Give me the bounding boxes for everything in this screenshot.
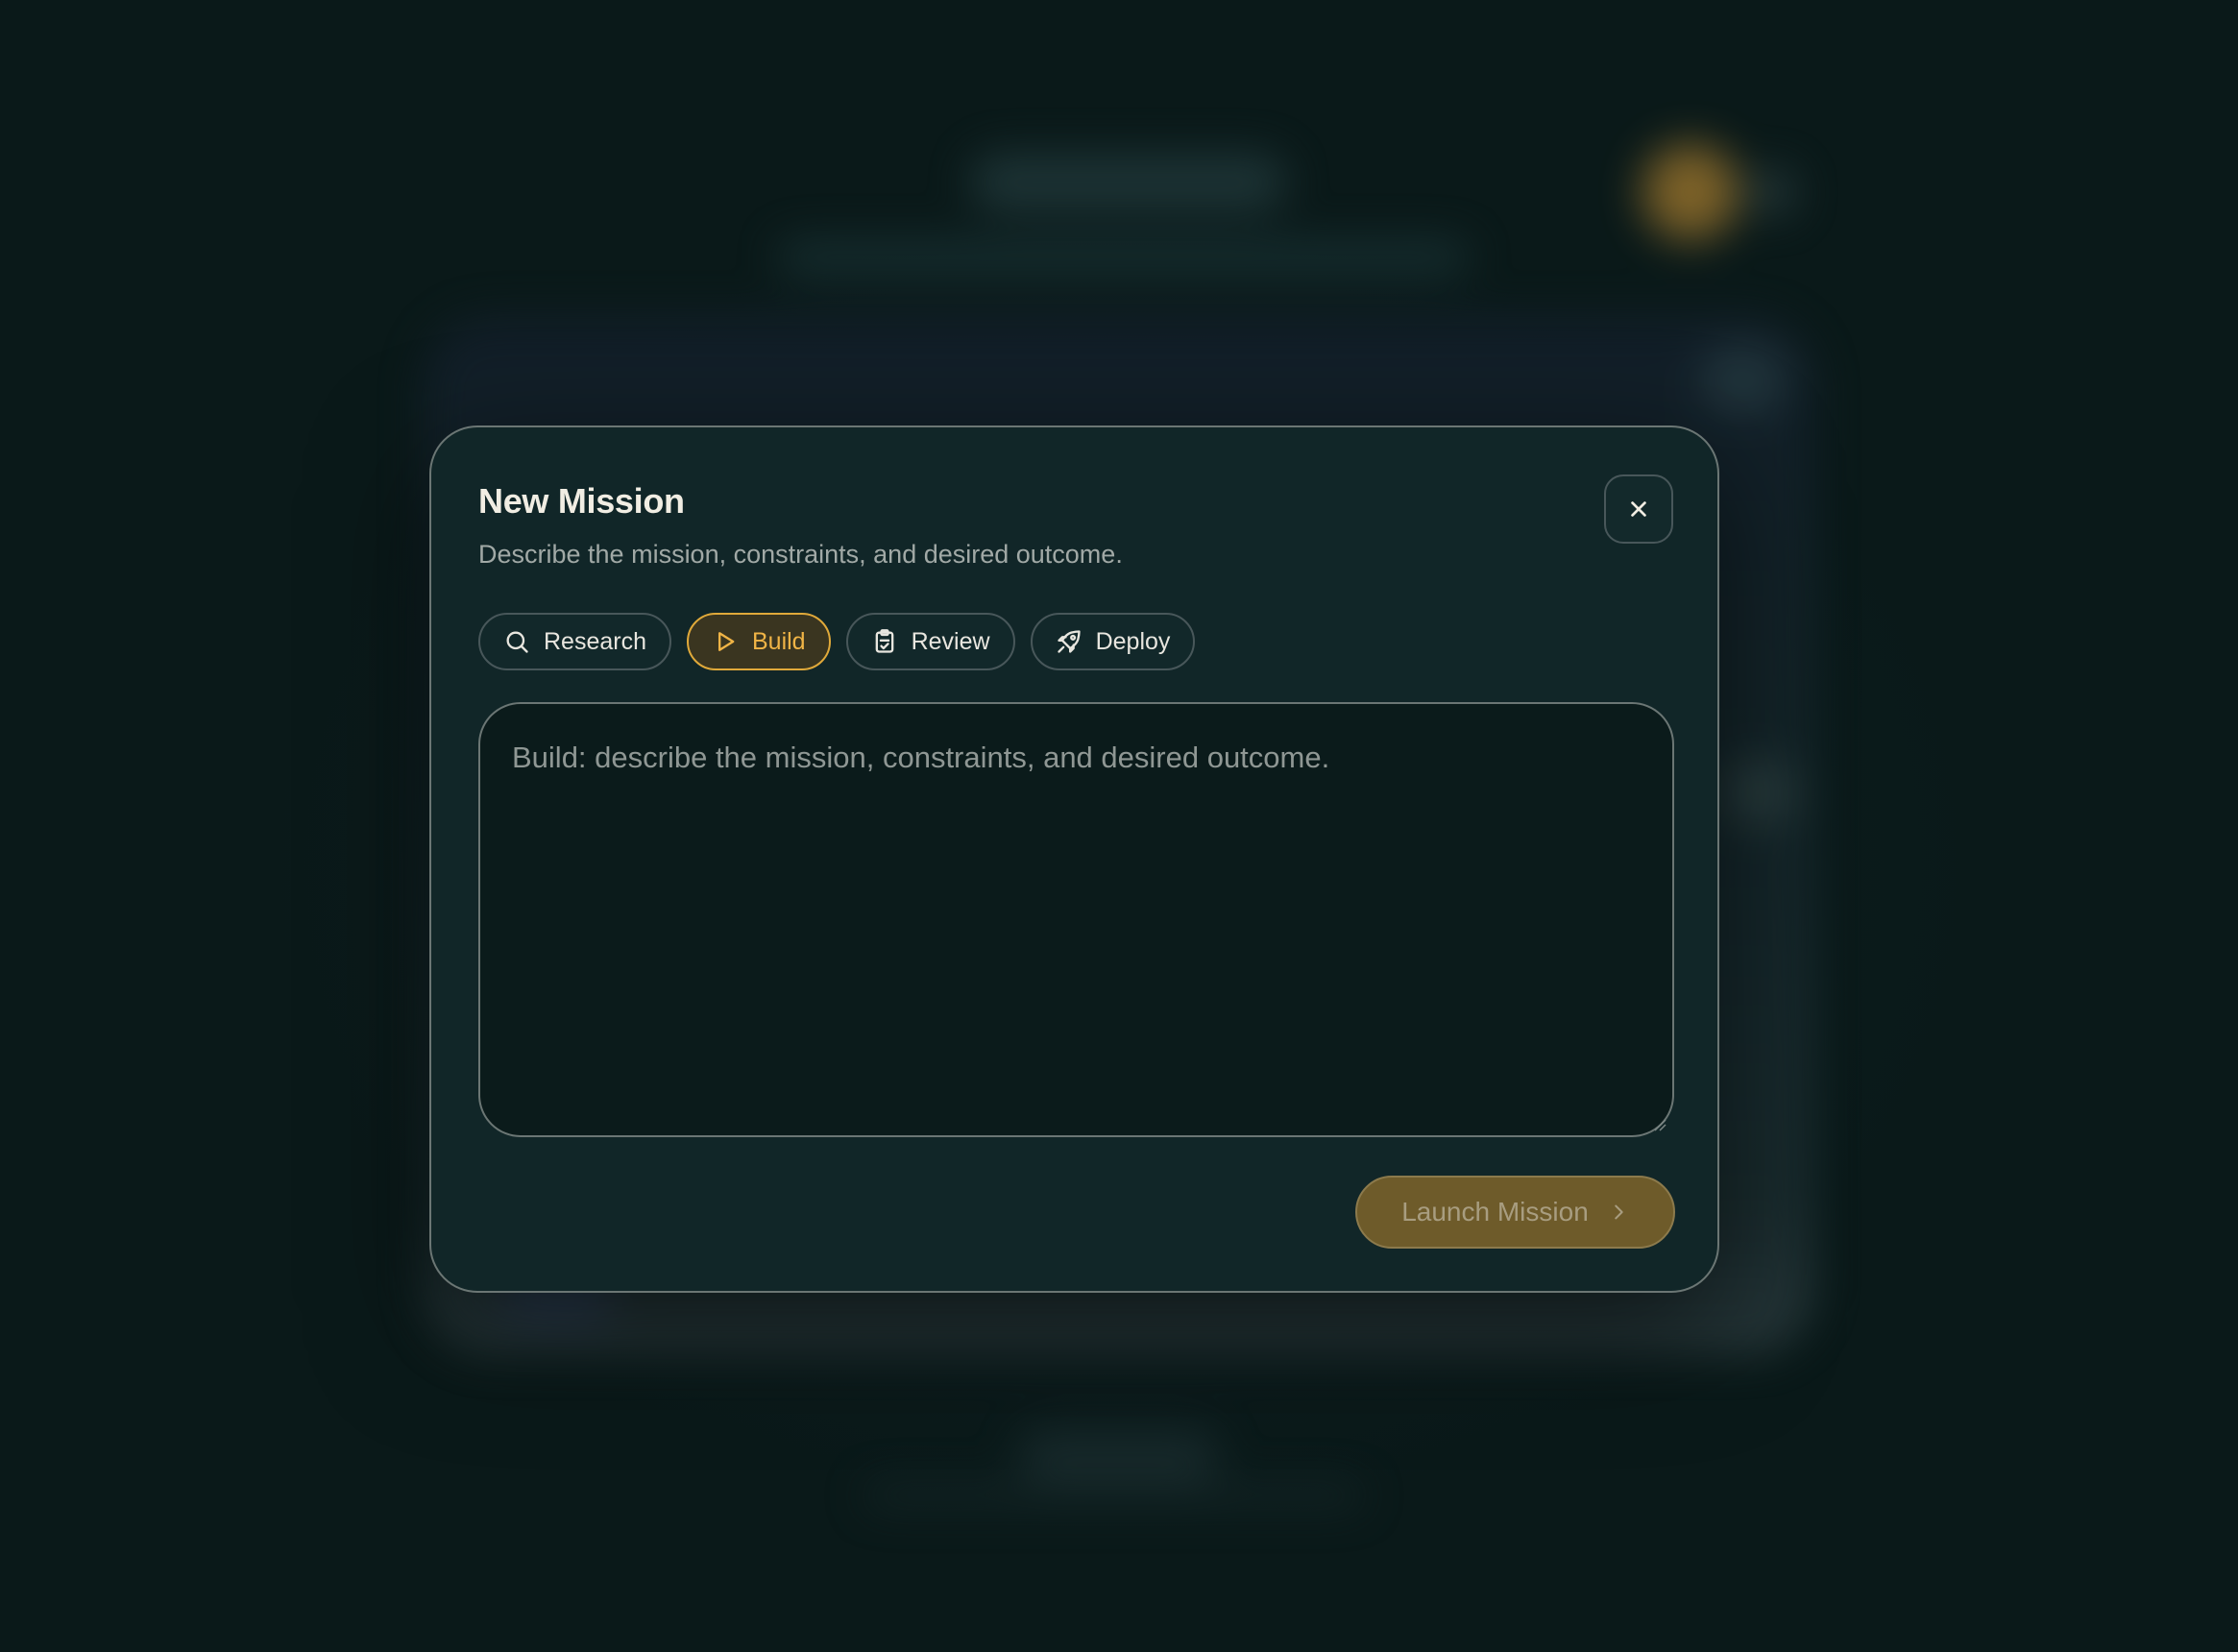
dialog-subtitle: Describe the mission, constraints, and d… [478,540,1123,569]
play-icon [718,632,735,651]
search-icon [506,631,528,653]
tab-research[interactable]: Research [478,613,671,670]
tab-deploy[interactable]: Deploy [1030,613,1196,670]
resize-handle-icon[interactable] [1653,1118,1666,1131]
chevron-right-icon [1615,1204,1623,1220]
background-title-blur [970,154,1287,211]
background-footer-blur [864,1484,1364,1507]
tab-build[interactable]: Build [687,613,831,670]
tab-review[interactable]: Review [845,613,1015,670]
tab-label: Deploy [1095,627,1171,655]
close-button[interactable] [1604,474,1673,544]
launch-mission-button[interactable]: Launch Mission [1355,1176,1675,1249]
launch-button-label: Launch Mission [1401,1197,1589,1227]
background-footer-blur [1018,1431,1220,1479]
rocket-icon [1057,630,1081,653]
new-mission-dialog: New Mission Describe the mission, constr… [429,425,1719,1293]
dialog-title: New Mission [478,481,685,521]
background-avatar-blur [1642,144,1739,240]
mission-input-container [478,702,1674,1137]
background-control-blur [1719,759,1796,826]
clipboard-check-icon [875,629,893,653]
tab-label: Research [544,627,646,655]
background-control-blur [1700,346,1787,413]
mission-type-tabs: Research Build Review Deploy [478,613,1210,670]
close-icon [1631,501,1646,517]
mission-description-input[interactable] [480,704,1672,1135]
app-stage: New Mission Describe the mission, constr… [0,0,2238,1652]
background-subtitle-blur [778,240,1470,275]
background-badge-blur [1748,168,1796,216]
tab-label: Build [752,627,806,655]
tab-label: Review [911,627,990,655]
